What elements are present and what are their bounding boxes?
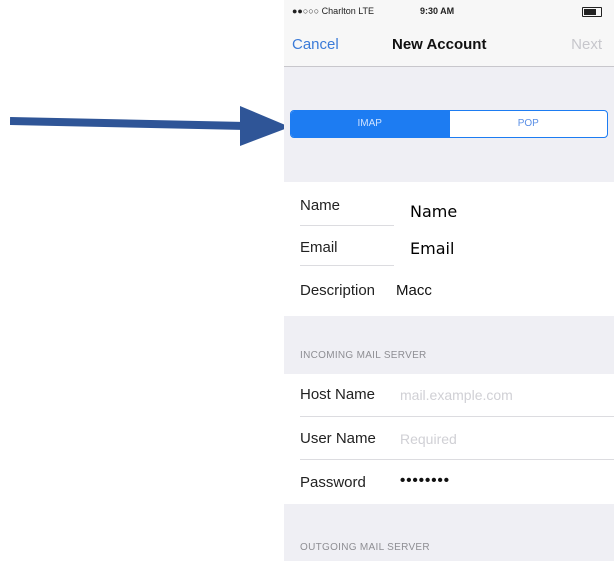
description-field[interactable]: Macc [396, 282, 432, 299]
navigation-bar: Cancel New Account Next [284, 24, 614, 67]
battery-icon [582, 7, 602, 17]
segment-pop[interactable]: POP [448, 111, 608, 137]
password-row[interactable]: Password •••••••• [284, 460, 614, 504]
host-name-input[interactable]: mail.example.com [400, 387, 513, 403]
user-name-input[interactable]: Required [400, 431, 457, 447]
outgoing-section-header: OUTGOING MAIL SERVER [300, 542, 430, 553]
email-row[interactable]: Email Email [284, 226, 614, 266]
arrow-right-icon [10, 106, 290, 146]
account-details-group: Name Name Email Email Description Macc [284, 182, 614, 316]
segment-imap[interactable]: IMAP [291, 111, 449, 137]
next-button[interactable]: Next [571, 36, 602, 53]
page-title: New Account [392, 36, 487, 53]
incoming-server-group: Host Name mail.example.com User Name Req… [284, 374, 614, 504]
host-name-label: Host Name [300, 386, 376, 403]
account-type-segmented-control: IMAP POP [290, 110, 608, 138]
carrier-label: ●●○○○ Charlton LTE [292, 6, 375, 16]
user-name-row[interactable]: User Name Required [284, 417, 614, 460]
description-label: Description [300, 282, 376, 299]
name-field[interactable]: Name [410, 202, 457, 221]
description-row[interactable]: Description Macc [284, 266, 614, 316]
incoming-section-header: INCOMING MAIL SERVER [300, 350, 427, 361]
email-label: Email [300, 239, 338, 256]
name-label: Name [300, 197, 341, 214]
status-bar: ●●○○○ Charlton LTE 9:30 AM [284, 0, 614, 24]
host-name-row[interactable]: Host Name mail.example.com [284, 374, 614, 417]
phone-screen: ●●○○○ Charlton LTE 9:30 AM Cancel New Ac… [284, 0, 614, 561]
clock: 9:30 AM [420, 6, 455, 16]
cancel-button[interactable]: Cancel [292, 36, 339, 53]
password-input[interactable]: •••••••• [400, 472, 450, 489]
user-name-label: User Name [300, 430, 376, 447]
email-field[interactable]: Email [410, 239, 454, 258]
password-label: Password [300, 474, 366, 491]
name-row[interactable]: Name Name [284, 182, 614, 226]
